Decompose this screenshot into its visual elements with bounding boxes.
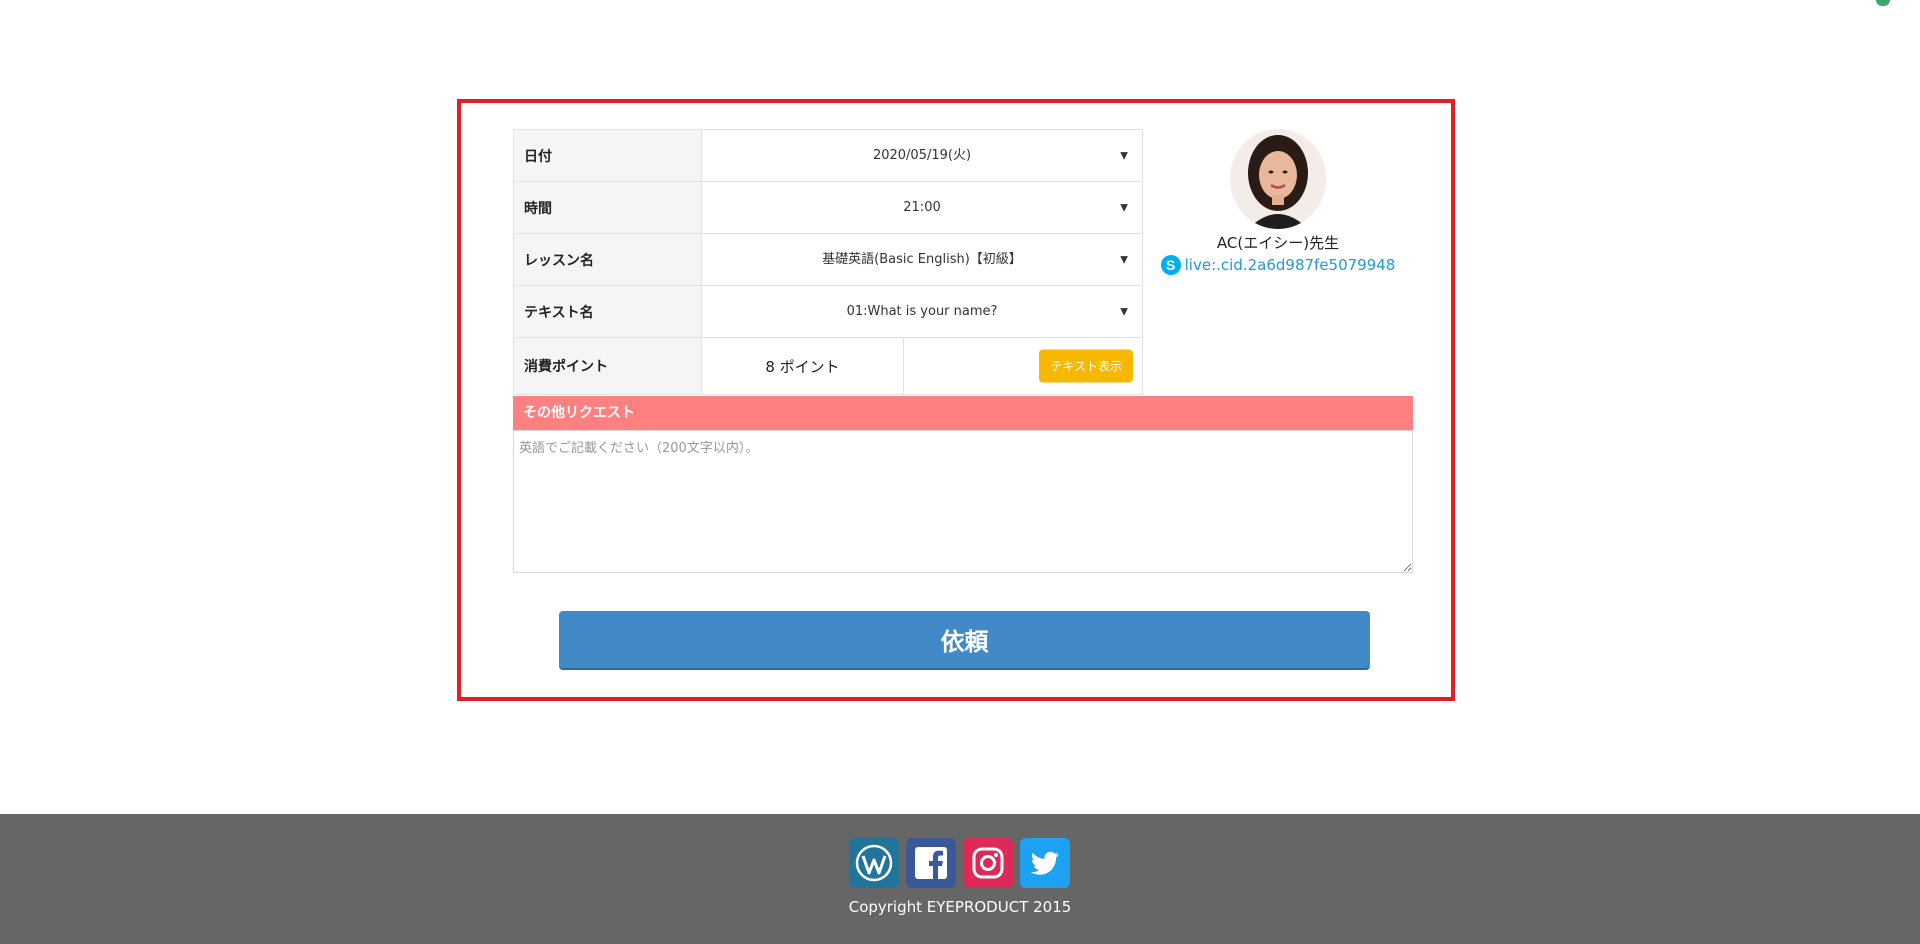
time-row: 時間 21:00 ▼ xyxy=(513,181,1143,234)
skype-icon: S xyxy=(1160,255,1181,275)
top-corner-badge xyxy=(1876,0,1890,6)
points-row: 消費ポイント 8 ポイント テキスト表示 xyxy=(513,337,1143,395)
chevron-down-icon: ▼ xyxy=(1120,150,1128,161)
footer: Copyright EYEPRODUCT 2015 xyxy=(0,814,1920,944)
other-request-header: その他リクエスト xyxy=(513,396,1413,430)
lesson-select[interactable]: 基礎英語(Basic English)【初級】 ▼ xyxy=(701,233,1143,286)
twitter-icon[interactable] xyxy=(1020,838,1070,888)
chevron-down-icon: ▼ xyxy=(1120,202,1128,213)
time-select[interactable]: 21:00 ▼ xyxy=(701,181,1143,234)
date-label: 日付 xyxy=(513,129,702,182)
teacher-photo xyxy=(1230,129,1326,229)
lesson-value: 基礎英語(Basic English)【初級】 xyxy=(822,252,1022,267)
date-row: 日付 2020/05/19(火) ▼ xyxy=(513,129,1143,182)
text-label: テキスト名 xyxy=(513,285,702,338)
teacher-avatar xyxy=(1230,129,1326,229)
booking-form-frame: 日付 2020/05/19(火) ▼ 時間 21:00 ▼ レッスン名 基礎英語… xyxy=(457,99,1455,701)
date-value: 2020/05/19(火) xyxy=(872,148,972,163)
wordpress-icon[interactable] xyxy=(849,838,899,888)
points-action-cell: テキスト表示 xyxy=(903,337,1143,395)
teacher-name: AC(エイシー)先生 xyxy=(1216,234,1340,252)
time-label: 時間 xyxy=(513,181,702,234)
text-show-button[interactable]: テキスト表示 xyxy=(1039,349,1133,383)
copyright-text: Copyright EYEPRODUCT 2015 xyxy=(848,898,1072,916)
time-value: 21:00 xyxy=(903,200,941,215)
text-value: 01:What is your name? xyxy=(846,304,998,319)
skype-id[interactable]: live:.cid.2a6d987fe5079948 xyxy=(1185,256,1396,274)
text-select[interactable]: 01:What is your name? ▼ xyxy=(701,285,1143,338)
booking-table: 日付 2020/05/19(火) ▼ 時間 21:00 ▼ レッスン名 基礎英語… xyxy=(513,129,1143,395)
social-icons xyxy=(849,838,1070,888)
chevron-down-icon: ▼ xyxy=(1120,254,1128,265)
date-select[interactable]: 2020/05/19(火) ▼ xyxy=(701,129,1143,182)
lesson-label: レッスン名 xyxy=(513,233,702,286)
skype-link[interactable]: S live:.cid.2a6d987fe5079948 xyxy=(1147,255,1409,275)
instagram-icon[interactable] xyxy=(963,838,1013,888)
facebook-icon[interactable] xyxy=(906,838,956,888)
text-row: テキスト名 01:What is your name? ▼ xyxy=(513,285,1143,338)
lesson-row: レッスン名 基礎英語(Basic English)【初級】 ▼ xyxy=(513,233,1143,286)
points-label: 消費ポイント xyxy=(513,337,702,395)
request-submit-button[interactable]: 依頼 xyxy=(559,611,1370,670)
teacher-profile: AC(エイシー)先生 S live:.cid.2a6d987fe5079948 xyxy=(1147,129,1409,275)
points-value: 8 ポイント xyxy=(701,337,904,395)
page: 日付 2020/05/19(火) ▼ 時間 21:00 ▼ レッスン名 基礎英語… xyxy=(0,0,1920,944)
chevron-down-icon: ▼ xyxy=(1120,306,1128,317)
other-request-textarea[interactable] xyxy=(513,430,1413,573)
